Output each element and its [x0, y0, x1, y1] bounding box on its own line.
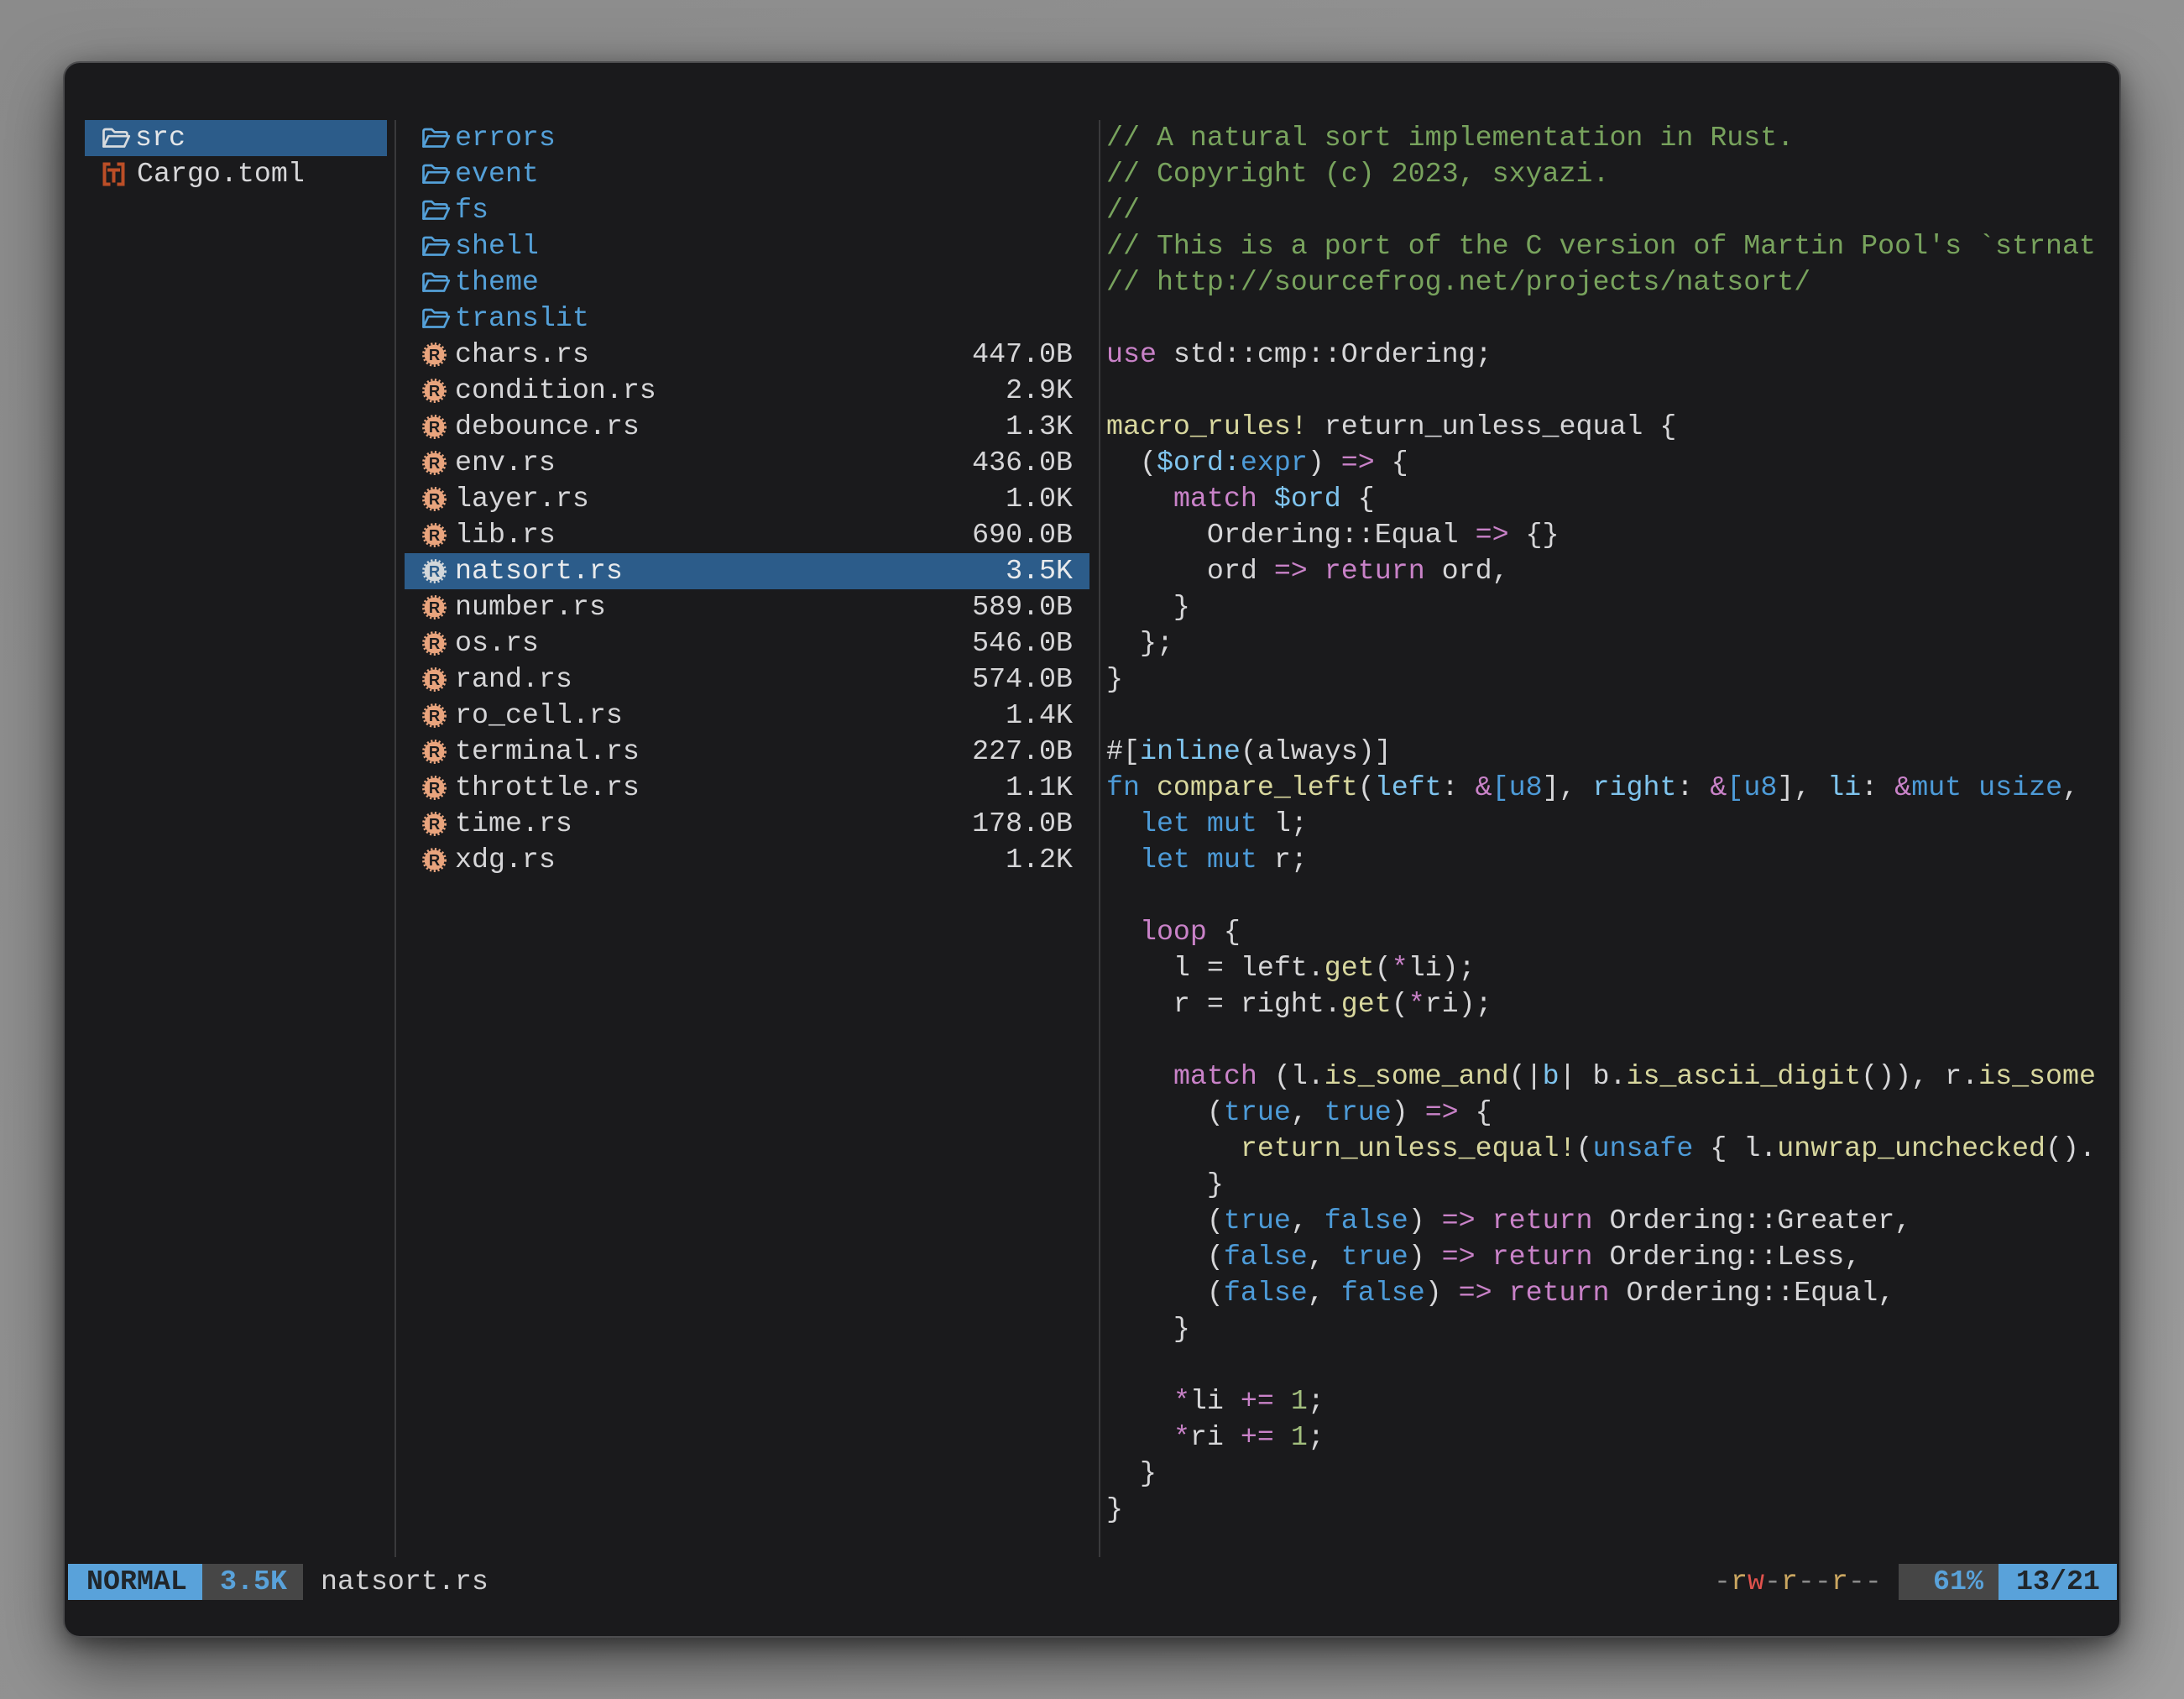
svg-text:R: R	[429, 418, 440, 436]
svg-text:R: R	[429, 562, 440, 580]
svg-text:R: R	[429, 635, 440, 652]
svg-text:R: R	[429, 599, 440, 616]
svg-text:R: R	[429, 743, 440, 761]
svg-text:R: R	[429, 454, 440, 472]
svg-text:R: R	[429, 526, 440, 544]
svg-text:R: R	[429, 382, 440, 400]
svg-text:R: R	[429, 671, 440, 688]
svg-text:R: R	[429, 346, 440, 363]
svg-text:R: R	[429, 815, 440, 833]
svg-text:R: R	[429, 779, 440, 797]
svg-text:R: R	[429, 490, 440, 508]
svg-text:R: R	[429, 707, 440, 724]
svg-text:R: R	[429, 851, 440, 869]
